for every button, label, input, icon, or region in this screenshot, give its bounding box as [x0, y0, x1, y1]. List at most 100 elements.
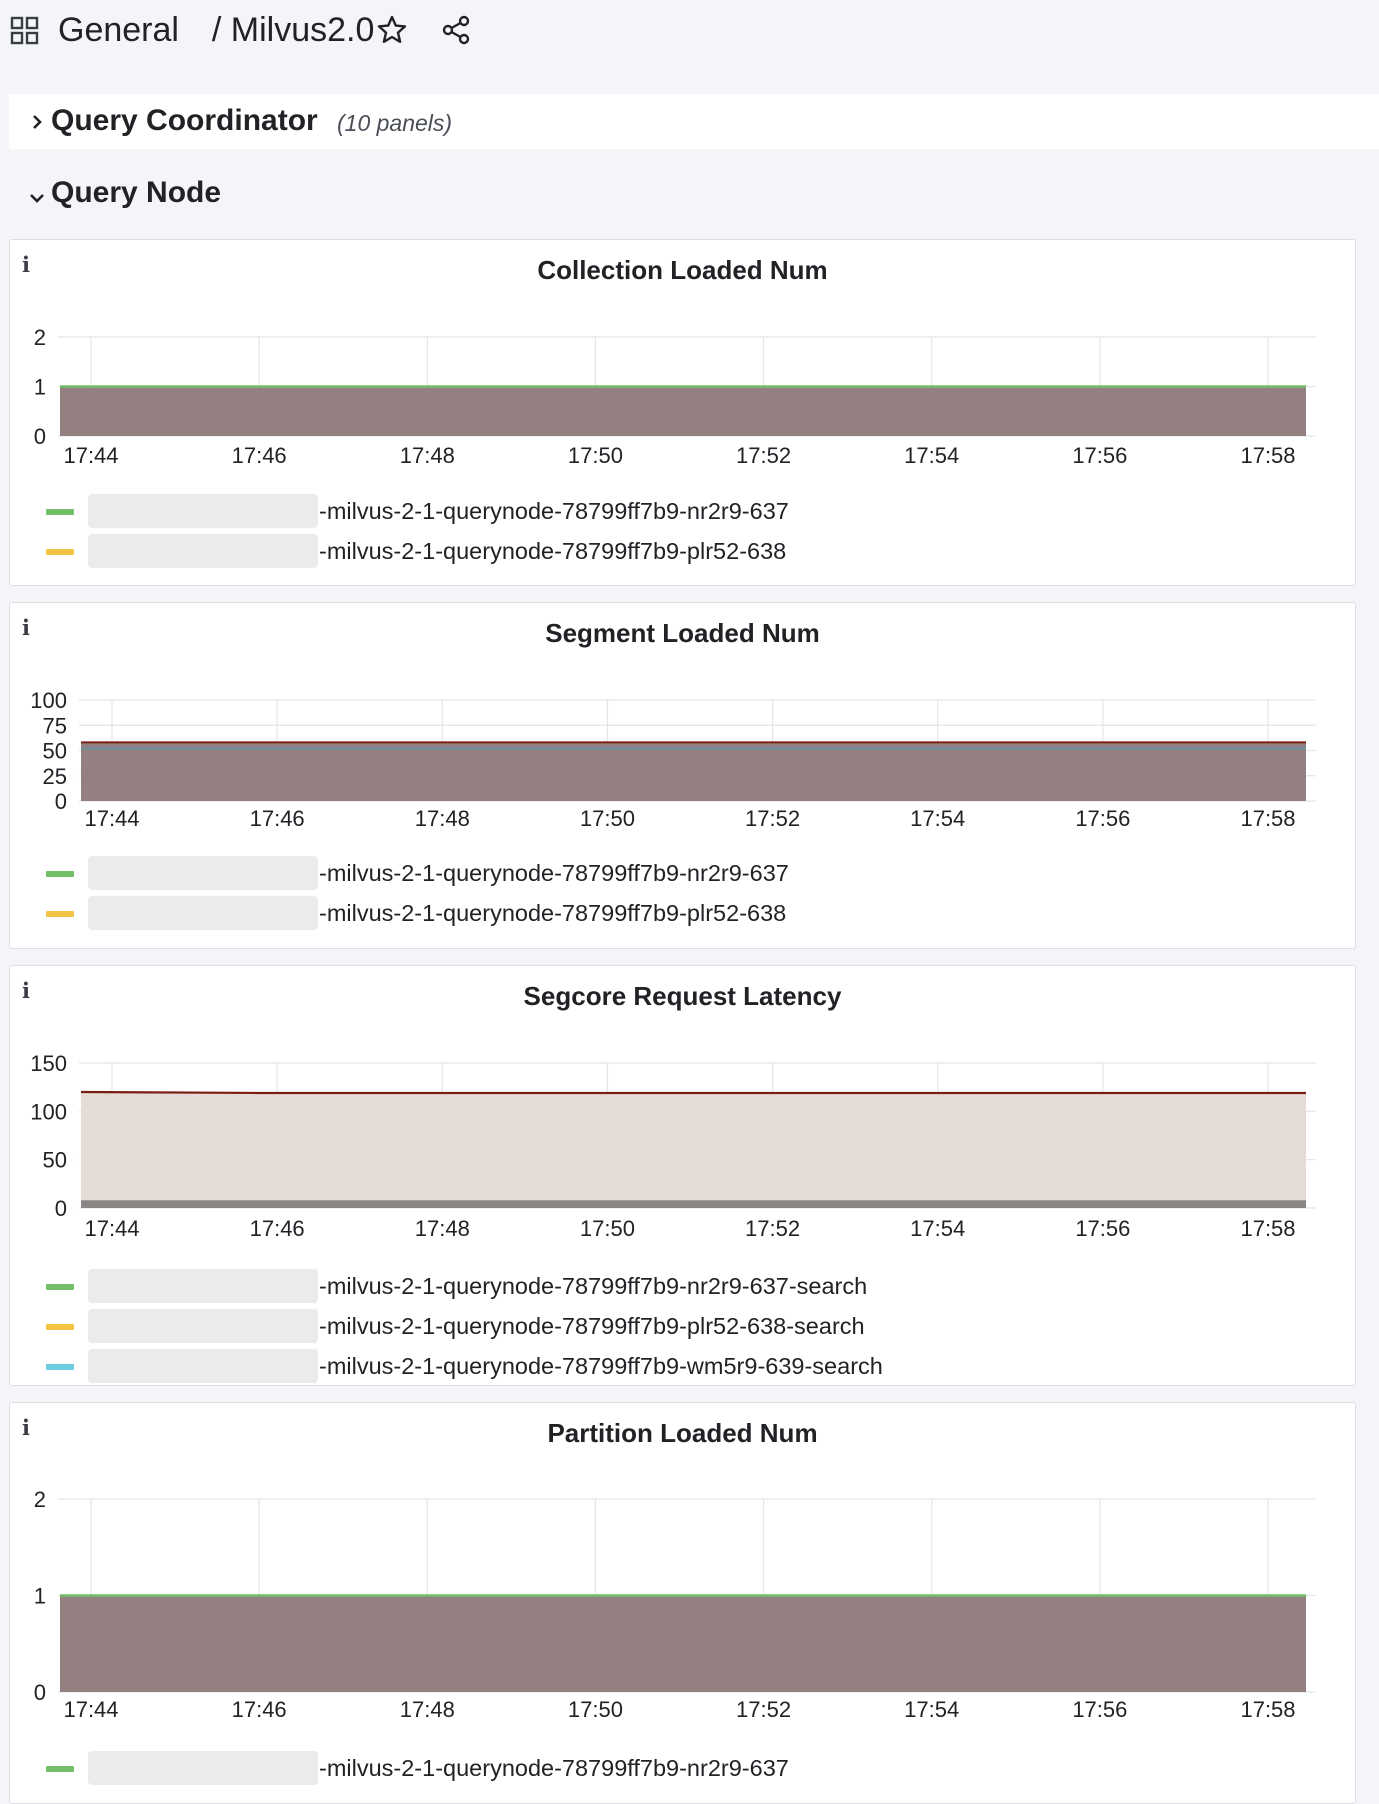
x-tick-label: 17:44: [84, 1216, 139, 1241]
series-line: [80, 1090, 1306, 1095]
panel-segcore-request-latency: i Segcore Request Latency 0 50 100 150 17:44…: [9, 965, 1356, 1386]
redacted-prefix: [88, 1309, 318, 1343]
x-tick-label: 17:56: [1072, 1697, 1127, 1722]
series-area: [81, 1092, 1306, 1208]
x-tick-label: 17:46: [250, 1216, 305, 1241]
y-tick-label: 1: [34, 1584, 46, 1609]
x-tick-label: 17:58: [1240, 806, 1295, 831]
panel-title[interactable]: Segcore Request Latency: [10, 981, 1355, 1012]
x-tick-label: 17:46: [250, 806, 305, 831]
x-tick-label: 17:56: [1072, 443, 1127, 468]
y-tick-label: 0: [55, 1196, 67, 1221]
legend-color-swatch: [46, 1766, 74, 1772]
panel-segment-loaded-num: i Segment Loaded Num 0 25 50 75 100 17:44 17:4…: [9, 602, 1356, 949]
y-tick-label: 1: [34, 375, 46, 400]
legend-label: -milvus-2-1-querynode-78799ff7b9-nr2r9-6…: [319, 498, 789, 524]
legend-label: -milvus-2-1-querynode-78799ff7b9-nr2r9-6…: [319, 1755, 789, 1781]
legend-item[interactable]: -milvus-2-1-querynode-78799ff7b9-nr2r9-6…: [10, 856, 1355, 890]
breadcrumb-folder[interactable]: General: [58, 11, 179, 49]
redacted-prefix: [88, 1269, 318, 1303]
x-tick-label: 17:48: [415, 806, 470, 831]
legend-label: -milvus-2-1-querynode-78799ff7b9-plr52-6…: [319, 1313, 865, 1339]
legend-item[interactable]: -milvus-2-1-querynode-78799ff7b9-nr2r9-6…: [10, 494, 1355, 528]
x-tick-label: 17:52: [736, 1697, 791, 1722]
legend-item[interactable]: -milvus-2-1-querynode-78799ff7b9-wm5r9-6…: [10, 1349, 1355, 1383]
panel-title[interactable]: Segment Loaded Num: [10, 618, 1355, 649]
y-tick-label: 2: [34, 325, 46, 350]
series-area: [60, 1595, 1306, 1692]
x-tick-label: 17:44: [63, 443, 118, 468]
x-tick-label: 17:46: [232, 1697, 287, 1722]
breadcrumb-separator: /: [211, 11, 222, 49]
x-tick-label: 17:56: [1075, 806, 1130, 831]
legend-label: -milvus-2-1-querynode-78799ff7b9-plr52-6…: [319, 538, 787, 564]
x-tick-label: 17:50: [580, 806, 635, 831]
legend-color-swatch: [46, 549, 74, 555]
breadcrumb-dashboard[interactable]: Milvus2.0: [231, 11, 375, 49]
redacted-prefix: [88, 494, 318, 528]
panel-title[interactable]: Collection Loaded Num: [10, 255, 1355, 286]
panel-collection-loaded-num: i Collection Loaded Num 0 1 2 17:44 17:46 17:…: [9, 239, 1356, 586]
y-tick-label: 100: [30, 1099, 67, 1124]
row-title: Query Node: [51, 176, 222, 209]
breadcrumb: General / Milvus2.0: [58, 6, 374, 54]
x-tick-label: 17:50: [580, 1216, 635, 1241]
x-tick-label: 17:46: [232, 443, 287, 468]
x-tick-label: 17:54: [910, 1216, 965, 1241]
series-area: [81, 742, 1306, 801]
row-query-coordinator[interactable]: Query Coordinator (10 panels): [9, 94, 1379, 149]
legend-label: -milvus-2-1-querynode-78799ff7b9-plr52-6…: [319, 900, 787, 926]
legend-label: -milvus-2-1-querynode-78799ff7b9-nr2r9-6…: [319, 1273, 868, 1299]
x-tick-label: 17:58: [1240, 1216, 1295, 1241]
row-query-node[interactable]: Query Node: [9, 170, 409, 220]
x-tick-label: 17:58: [1240, 1697, 1295, 1722]
series-area: [60, 386, 1306, 436]
chevron-right-icon: [33, 115, 42, 129]
row-title: Query Coordinator: [51, 104, 318, 137]
legend-item[interactable]: -milvus-2-1-querynode-78799ff7b9-plr52-6…: [10, 896, 1355, 930]
panel-title[interactable]: Partition Loaded Num: [10, 1418, 1355, 1449]
legend-label: -milvus-2-1-querynode-78799ff7b9-wm5r9-6…: [319, 1353, 883, 1379]
x-tick-label: 17:50: [568, 1697, 623, 1722]
redacted-prefix: [88, 896, 318, 930]
row-panel-count: (10 panels): [337, 110, 453, 136]
dashboards-grid-icon[interactable]: [10, 16, 40, 46]
redacted-prefix: [88, 856, 318, 890]
y-tick-label: 100: [30, 688, 67, 713]
y-tick-label: 25: [43, 764, 67, 789]
y-tick-label: 150: [30, 1051, 67, 1076]
y-tick-label: 0: [34, 1680, 46, 1705]
legend-item[interactable]: -milvus-2-1-querynode-78799ff7b9-plr52-6…: [10, 534, 1355, 568]
y-tick-label: 50: [43, 739, 67, 764]
x-tick-label: 17:44: [84, 806, 139, 831]
y-tick-label: 50: [43, 1148, 67, 1173]
dashboard-header: General / Milvus2.0: [0, 0, 1379, 62]
panel-partition-loaded-num: i Partition Loaded Num 0 1 2 17:44 17:46 17:4…: [9, 1402, 1356, 1804]
chevron-down-icon: [30, 194, 44, 203]
legend-color-swatch: [46, 1364, 74, 1370]
legend: -milvus-2-1-querynode-78799ff7b9-nr2r9-6…: [10, 1269, 1355, 1385]
redacted-prefix: [88, 1751, 318, 1785]
chart-partition-loaded-num: 0 1 2 17:44 17:46 17:48 17:50 17:52 17:54 17:56 17…: [34, 1487, 1316, 1722]
x-tick-label: 17:56: [1075, 1216, 1130, 1241]
star-icon[interactable]: [376, 14, 408, 46]
x-tick-label: 17:52: [745, 1216, 800, 1241]
legend-item[interactable]: -milvus-2-1-querynode-78799ff7b9-nr2r9-6…: [10, 1269, 1355, 1303]
x-tick-label: 17:44: [63, 1697, 118, 1722]
x-tick-label: 17:54: [910, 806, 965, 831]
x-tick-label: 17:52: [745, 806, 800, 831]
legend-color-swatch: [46, 911, 74, 917]
series-area: [81, 1200, 1306, 1208]
legend-item[interactable]: -milvus-2-1-querynode-78799ff7b9-nr2r9-6…: [10, 1751, 1355, 1785]
x-tick-label: 17:48: [400, 443, 455, 468]
legend-item[interactable]: -milvus-2-1-querynode-78799ff7b9-plr52-6…: [10, 1309, 1355, 1343]
share-icon[interactable]: [440, 14, 472, 46]
legend-label: -milvus-2-1-querynode-78799ff7b9-nr2r9-6…: [319, 860, 789, 886]
y-tick-label: 2: [34, 1487, 46, 1512]
x-tick-label: 17:54: [904, 1697, 959, 1722]
legend-color-swatch: [46, 1284, 74, 1290]
x-tick-label: 17:58: [1240, 443, 1295, 468]
y-tick-label: 0: [55, 789, 67, 814]
y-tick-label: 75: [43, 713, 67, 738]
x-tick-label: 17:48: [400, 1697, 455, 1722]
